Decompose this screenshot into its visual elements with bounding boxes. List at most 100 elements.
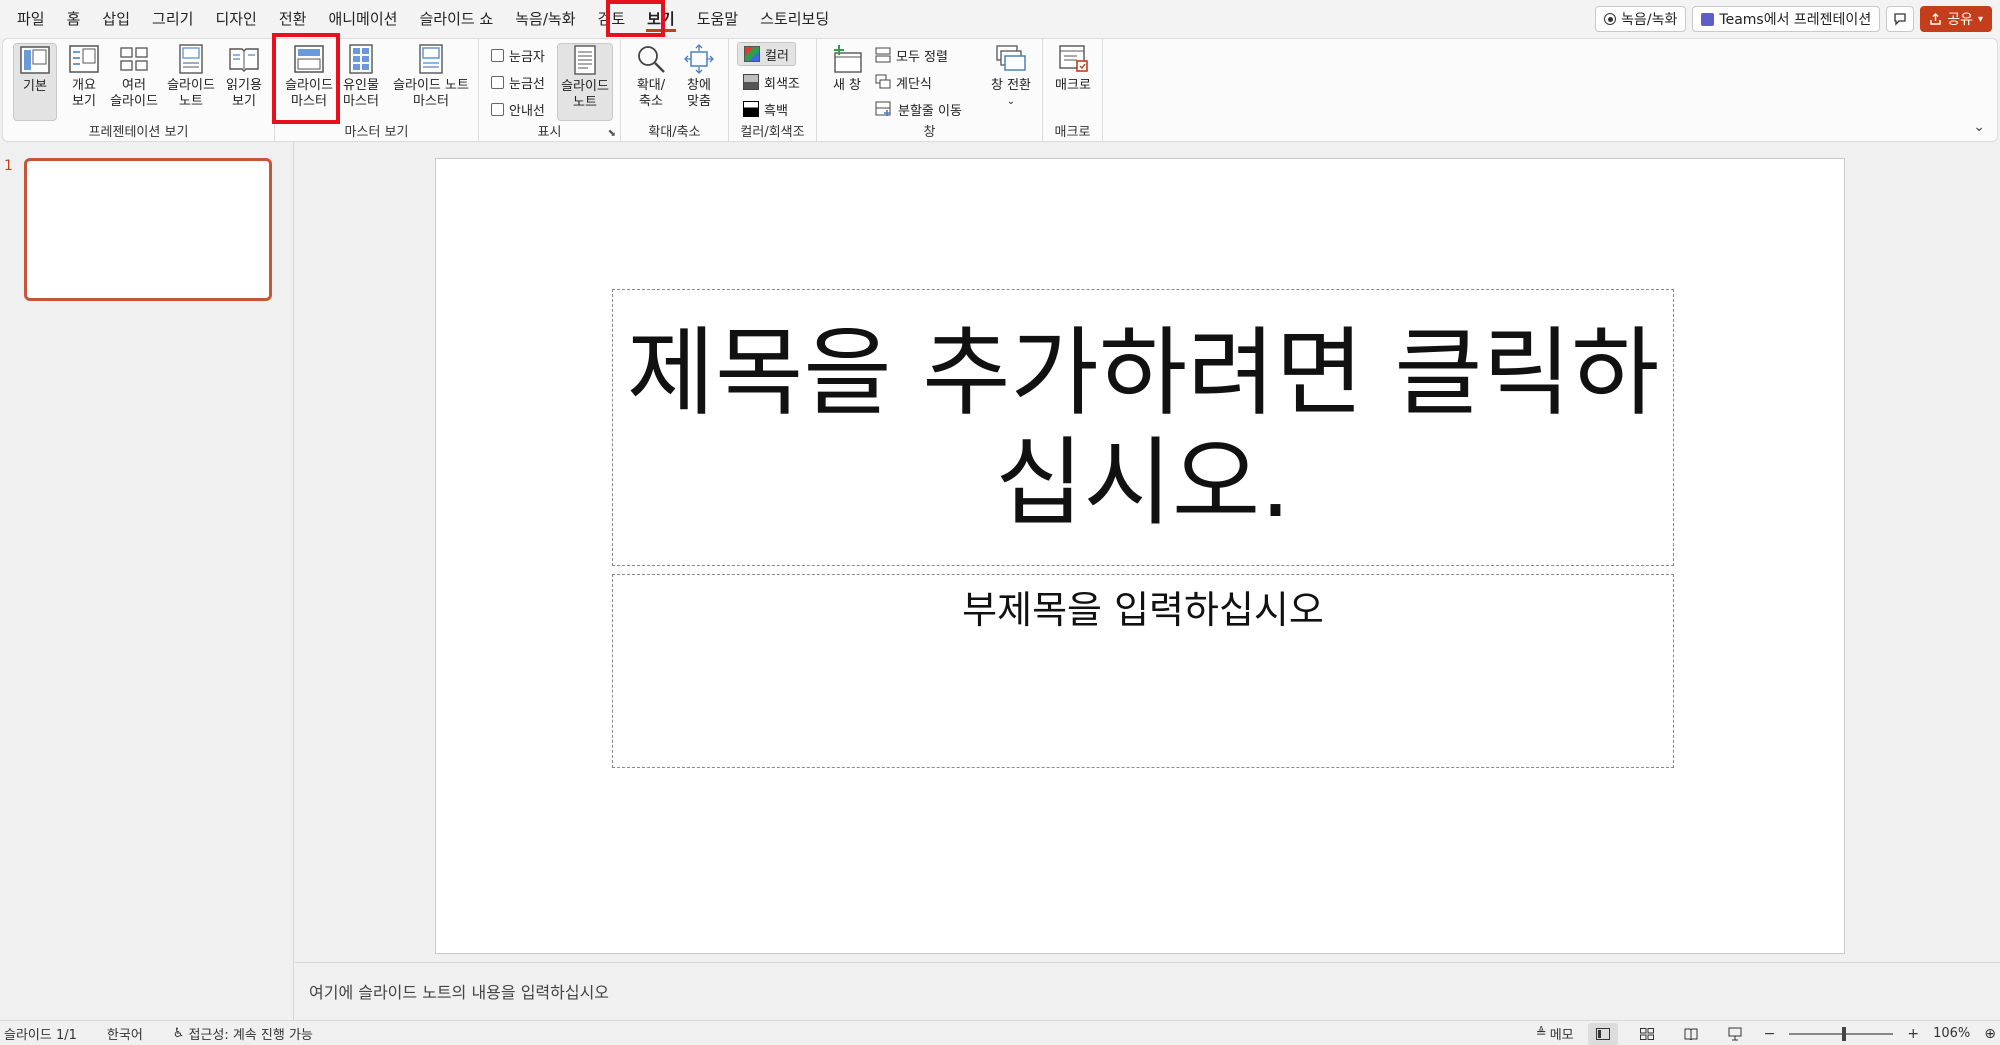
title-placeholder[interactable]: 제목을 추가하려면 클릭하 십시오. xyxy=(612,289,1674,566)
group-show: 눈금자 눈금선 안내선 슬라이드 노트 표시 ⬊ xyxy=(479,39,621,143)
menu-tab-2[interactable]: 삽입 xyxy=(91,0,141,38)
group-window: 새 창 모두 정렬 계단식 분할줄 이동 창 전환 ⌄ 창 xyxy=(817,39,1043,143)
notes-pane[interactable]: 여기에 슬라이드 노트의 내용을 입력하십시오 xyxy=(295,962,2000,1020)
notes-placeholder: 여기에 슬라이드 노트의 내용을 입력하십시오 xyxy=(309,983,610,1002)
outline-view-icon xyxy=(68,43,100,75)
slide-master-icon xyxy=(293,43,325,75)
new-window-button[interactable]: 새 창 xyxy=(825,43,869,121)
reading-view-status-button[interactable] xyxy=(1676,1023,1706,1045)
handout-master-button[interactable]: 유인물 마스터 xyxy=(339,43,383,121)
notes-icon xyxy=(569,44,601,76)
menu-tab-0[interactable]: 파일 xyxy=(6,0,56,38)
thumbnail-number: 1 xyxy=(4,158,13,174)
zoom-slider[interactable] xyxy=(1789,1026,1894,1041)
group-presentation-views: 기본 개요 보기 여러 슬라이드 슬라이드 노트 읽기용 보기 프레젠테이션 보… xyxy=(3,39,275,143)
menu-tab-3[interactable]: 그리기 xyxy=(141,0,204,38)
menu-tab-10[interactable]: 보기 xyxy=(636,0,686,38)
menu-tab-8[interactable]: 녹음/녹화 xyxy=(504,0,586,38)
group-label-master-views: 마스터 보기 xyxy=(344,125,409,140)
normal-view-status-button[interactable] xyxy=(1587,1022,1618,1045)
memo-button[interactable]: ≜ 메모 xyxy=(1536,1024,1574,1043)
top-right-actions: 녹음/녹화 Teams에서 프레젠테이션 공유 ▾ xyxy=(1595,6,1992,32)
black-white-button[interactable]: 흑백 xyxy=(743,97,788,121)
outline-view-button[interactable]: 개요 보기 xyxy=(63,43,105,121)
record-icon xyxy=(1604,13,1617,25)
language-indicator[interactable]: 한국어 xyxy=(107,1024,143,1043)
fit-to-window-button[interactable]: 창에 맞춤 xyxy=(677,43,721,121)
notes-master-button[interactable]: 슬라이드 노트 마스터 xyxy=(387,43,475,121)
ruler-check-box[interactable] xyxy=(491,48,504,62)
slideshow-status-icon xyxy=(1728,1027,1742,1040)
subtitle-text: 부제목을 입력하십시오 xyxy=(962,588,1324,632)
gridlines-check-box[interactable] xyxy=(491,75,504,89)
macros-icon xyxy=(1057,43,1089,75)
group-macros: 매크로 매크로 xyxy=(1043,39,1103,143)
macros-button[interactable]: 매크로 xyxy=(1049,43,1097,121)
slide-sorter-status-button[interactable] xyxy=(1632,1023,1662,1045)
group-color: 컬러 회색조 흑백 컬러/회색조 xyxy=(729,39,817,143)
reading-view-button[interactable]: 읽기용 보기 xyxy=(221,43,267,121)
grayscale-button[interactable]: 회색조 xyxy=(743,70,800,94)
notes-page-icon xyxy=(175,43,207,75)
ribbon-collapse-icon[interactable]: ⌄ xyxy=(1973,119,1985,135)
normal-view-icon xyxy=(19,44,51,76)
menu-tab-9[interactable]: 검토 xyxy=(587,0,637,38)
move-split-button[interactable]: 분할줄 이동 xyxy=(875,97,962,121)
notes-toggle-button[interactable]: 슬라이드 노트 xyxy=(557,43,613,121)
slide-editor: 제목을 추가하려면 클릭하 십시오. 부제목을 입력하십시오 xyxy=(295,142,2000,962)
magnifier-icon xyxy=(635,43,667,75)
zoom-in-button[interactable]: + xyxy=(1907,1026,1919,1042)
reading-view-status-icon xyxy=(1684,1028,1698,1040)
cascade-button[interactable]: 계단식 xyxy=(875,70,932,94)
slide-thumbnail[interactable] xyxy=(24,158,272,301)
menu-tab-11[interactable]: 도움말 xyxy=(686,0,749,38)
menu-tab-7[interactable]: 슬라이드 쇼 xyxy=(408,0,504,38)
gridlines-checkbox[interactable]: 눈금선 xyxy=(491,70,545,94)
arrange-all-button[interactable]: 모두 정렬 xyxy=(875,43,948,67)
teams-icon xyxy=(1701,12,1715,26)
subtitle-placeholder[interactable]: 부제목을 입력하십시오 xyxy=(612,574,1674,768)
slideshow-status-button[interactable] xyxy=(1720,1023,1750,1045)
switch-windows-button[interactable]: 창 전환 ⌄ xyxy=(985,43,1037,121)
zoom-out-button[interactable]: − xyxy=(1764,1026,1776,1042)
share-button[interactable]: 공유 ▾ xyxy=(1920,6,1992,32)
title-line-2: 십시오. xyxy=(995,426,1291,539)
guides-checkbox[interactable]: 안내선 xyxy=(491,97,545,121)
reading-view-icon xyxy=(228,43,260,75)
new-window-icon xyxy=(831,43,863,75)
slide-sorter-button[interactable]: 여러 슬라이드 xyxy=(107,43,161,121)
dialog-launcher-icon[interactable]: ⬊ xyxy=(608,128,616,139)
ribbon: 기본 개요 보기 여러 슬라이드 슬라이드 노트 읽기용 보기 프레젠테이션 보… xyxy=(2,38,1998,143)
normal-view-status-icon xyxy=(1595,1027,1610,1040)
guides-check-box[interactable] xyxy=(491,102,504,116)
zoom-button[interactable]: 확대/ 축소 xyxy=(629,43,673,121)
notes-page-button[interactable]: 슬라이드 노트 xyxy=(165,43,217,121)
menu-tab-12[interactable]: 스토리보딩 xyxy=(749,0,840,38)
share-icon xyxy=(1930,12,1941,25)
title-line-1: 제목을 추가하려면 클릭하 xyxy=(626,316,1660,429)
color-swatch-icon xyxy=(744,46,760,62)
comments-button[interactable] xyxy=(1886,6,1915,32)
menu-tab-6[interactable]: 애니메이션 xyxy=(317,0,408,38)
present-in-teams-button[interactable]: Teams에서 프레젠테이션 xyxy=(1692,6,1881,32)
black-white-swatch-icon xyxy=(743,101,759,117)
grayscale-swatch-icon xyxy=(743,74,759,90)
slide-master-button[interactable]: 슬라이드 마스터 xyxy=(281,43,337,121)
chevron-down-icon: ▾ xyxy=(1977,13,1983,25)
accessibility-status[interactable]: ♿ 접근성: 계속 진행 가능 xyxy=(173,1024,313,1043)
menu-tab-5[interactable]: 전환 xyxy=(268,0,318,38)
fit-slide-icon[interactable]: ⊕ xyxy=(1984,1026,1996,1042)
memo-icon: ≜ xyxy=(1535,1026,1547,1041)
menu-tab-1[interactable]: 홈 xyxy=(56,0,92,38)
zoom-slider-thumb[interactable] xyxy=(1842,1026,1847,1041)
ruler-checkbox[interactable]: 눈금자 xyxy=(491,43,545,67)
menu-tab-4[interactable]: 디자인 xyxy=(204,0,267,38)
group-label-zoom: 확대/축소 xyxy=(648,125,701,140)
slide-thumbnail-pane: 1 xyxy=(0,142,294,1020)
zoom-level[interactable]: 106% xyxy=(1933,1026,1970,1041)
color-button[interactable]: 컬러 xyxy=(737,42,796,66)
group-label-color: 컬러/회색조 xyxy=(740,125,805,140)
normal-view-button[interactable]: 기본 xyxy=(13,43,57,121)
group-label-macros: 매크로 xyxy=(1054,125,1091,140)
record-button[interactable]: 녹음/녹화 xyxy=(1595,6,1687,32)
